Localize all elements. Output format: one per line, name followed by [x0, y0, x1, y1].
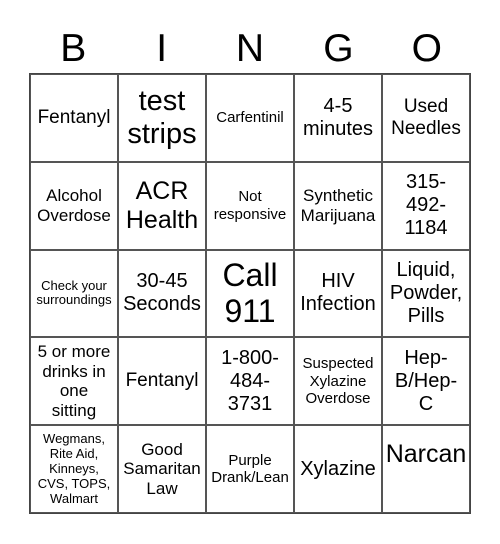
header-letter-n: N: [235, 27, 265, 70]
bingo-cell[interactable]: Synthetic Marijuana: [294, 161, 382, 250]
bingo-cell[interactable]: HIV Infection: [294, 249, 382, 338]
bingo-cell[interactable]: Carfentinil: [206, 74, 294, 162]
bingo-cell[interactable]: Hep-B/Hep-C: [382, 337, 470, 426]
bingo-cell[interactable]: Narcan: [382, 425, 470, 513]
bingo-cell[interactable]: Not responsive: [206, 161, 294, 250]
bingo-cell[interactable]: 30-45 Seconds: [118, 249, 206, 338]
header-letter-o: O: [411, 27, 442, 70]
bingo-cell[interactable]: Fentanyl: [30, 74, 118, 162]
header-letter-b: B: [60, 27, 87, 70]
bingo-cell[interactable]: Call 911: [206, 249, 294, 338]
bingo-cell[interactable]: 315-492-1184: [382, 161, 470, 250]
bingo-cell[interactable]: Good Samaritan Law: [118, 425, 206, 513]
bingo-cell[interactable]: test strips: [118, 74, 206, 162]
bingo-cell[interactable]: Check your surroundings: [30, 249, 118, 338]
bingo-cell[interactable]: 5 or more drinks in one sitting: [30, 337, 118, 426]
bingo-cell[interactable]: Suspected Xylazine Overdose: [294, 337, 382, 426]
bingo-cell[interactable]: Xylazine: [294, 425, 382, 513]
bingo-grid: Fentanyl test strips Carfentinil 4-5 min…: [29, 73, 471, 514]
bingo-header: B I N G O: [29, 26, 471, 72]
bingo-cell[interactable]: Fentanyl: [118, 337, 206, 426]
header-letter-g: G: [323, 27, 354, 70]
bingo-cell[interactable]: Purple Drank/Lean: [206, 425, 294, 513]
bingo-cell[interactable]: ACR Health: [118, 161, 206, 250]
header-letter-i: I: [156, 27, 168, 70]
bingo-cell[interactable]: Liquid, Powder, Pills: [382, 249, 470, 338]
bingo-cell[interactable]: Wegmans, Rite Aid, Kinneys, CVS, TOPS, W…: [30, 425, 118, 513]
bingo-cell[interactable]: 1-800-484-3731: [206, 337, 294, 426]
bingo-cell[interactable]: Used Needles: [382, 74, 470, 162]
bingo-cell[interactable]: 4-5 minutes: [294, 74, 382, 162]
bingo-cell[interactable]: Alcohol Overdose: [30, 161, 118, 250]
